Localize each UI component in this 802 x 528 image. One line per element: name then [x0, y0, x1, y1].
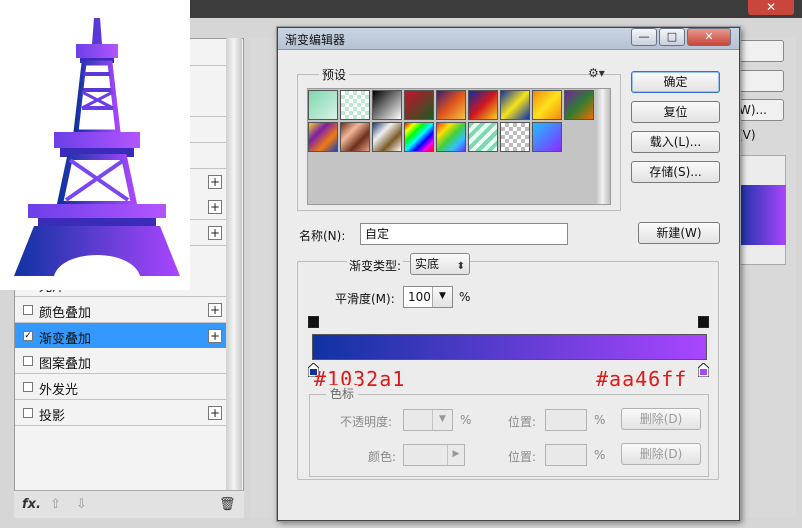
gradient-type-label: 渐变类型:	[347, 257, 404, 274]
fx-icon[interactable]: fx.	[22, 497, 41, 512]
preset-swatch-transparent-checker[interactable]	[500, 122, 530, 152]
add-style-icon[interactable]: +	[208, 200, 222, 215]
style-item-label: 投影	[39, 408, 66, 424]
move-up-icon[interactable]: ⇧	[50, 497, 61, 512]
checkbox[interactable]: ✓	[23, 330, 33, 341]
eiffel-tower-image	[0, 0, 190, 290]
smoothness-value: 100	[408, 290, 431, 304]
preset-swatch-violet-orange[interactable]	[436, 90, 466, 120]
style-item[interactable]: 外发光	[15, 374, 226, 401]
opacity-unit: %	[460, 413, 472, 427]
dialog-title: 渐变编辑器	[285, 33, 346, 47]
preset-swatch-chrome[interactable]	[372, 122, 402, 152]
close-icon[interactable]: ✕	[687, 28, 731, 46]
gradient-preview-bar[interactable]	[312, 334, 707, 360]
style-item-label: 图案叠加	[39, 357, 92, 373]
background-reset-button[interactable]	[738, 70, 784, 92]
smoothness-label: 平滑度(M):	[335, 292, 395, 306]
preset-swatch-red-green[interactable]	[404, 90, 434, 120]
preset-swatch-yellow-violet-orange-blue[interactable]	[308, 122, 338, 152]
style-preview-gradient	[736, 185, 786, 245]
color-location-unit: %	[594, 448, 606, 462]
color-location-field[interactable]	[545, 444, 587, 466]
end-color-hex: #aa46ff	[596, 367, 688, 391]
preset-swatch-spectrum[interactable]	[404, 122, 434, 152]
preview-label: (V)	[738, 128, 756, 142]
add-style-icon[interactable]: +	[208, 405, 222, 420]
smoothness-unit: %	[459, 290, 471, 304]
chevron-updown-icon: ⬍	[456, 261, 465, 272]
preset-swatch-foreground-to-transparent[interactable]	[340, 90, 370, 120]
gradient-type-select[interactable]: 实底 ⬍	[410, 253, 470, 275]
load-button[interactable]: 载入(L)...	[631, 131, 720, 153]
opacity-dropdown-icon[interactable]: ▼	[432, 410, 452, 430]
opacity-stop-left[interactable]	[308, 316, 319, 328]
add-style-icon[interactable]: +	[208, 328, 222, 343]
chevron-down-icon[interactable]: ▼	[432, 287, 452, 307]
style-item[interactable]: 投影 +	[15, 399, 226, 426]
color-menu-arrow-icon[interactable]: ▶	[447, 445, 464, 465]
opacity-location-unit: %	[594, 413, 606, 427]
style-item[interactable]: ✓ 渐变叠加 +	[15, 322, 226, 349]
add-style-icon[interactable]: +	[208, 225, 222, 240]
checkbox[interactable]	[23, 382, 33, 393]
preset-swatch-violet-green-orange[interactable]	[564, 90, 594, 120]
style-item[interactable]: 颜色叠加 +	[15, 297, 226, 323]
color-location-label: 位置:	[508, 450, 537, 464]
checkbox[interactable]	[23, 305, 33, 315]
style-item-label: 颜色叠加	[39, 306, 92, 321]
layer-style-close-icon[interactable]: ✕	[748, 0, 794, 15]
preset-swatch-transparent-rainbow[interactable]	[436, 122, 466, 152]
name-field[interactable]: 自定	[360, 223, 568, 245]
add-style-icon[interactable]: +	[208, 174, 222, 189]
maximize-icon[interactable]: □	[659, 28, 685, 46]
style-item-label: 渐变叠加	[39, 331, 92, 347]
delete-opacity-stop-button[interactable]: 删除(D)	[621, 408, 701, 430]
eiffel-tower-icon	[14, 18, 180, 276]
ok-button[interactable]: 确定	[631, 71, 720, 93]
preset-swatch-blue-yellow-blue[interactable]	[500, 90, 530, 120]
color-stop-right[interactable]	[697, 362, 710, 378]
preset-swatch-transparent-stripes[interactable]	[468, 122, 498, 152]
color-label: 颜色:	[368, 450, 397, 464]
delete-color-stop-button[interactable]: 删除(D)	[621, 443, 701, 465]
add-style-icon[interactable]: +	[208, 303, 222, 317]
preset-swatch-blue-violet[interactable]	[532, 122, 562, 152]
presets-label: 预设	[319, 66, 350, 83]
color-stops-title: 色标	[326, 385, 359, 402]
style-item-label: 外发光	[39, 383, 79, 399]
new-button[interactable]: 新建(W)	[638, 222, 720, 244]
style-item[interactable]: 图案叠加	[15, 348, 226, 375]
move-down-icon[interactable]: ⇩	[76, 497, 87, 512]
checkbox[interactable]	[23, 407, 33, 418]
preset-swatch-copper[interactable]	[340, 122, 370, 152]
styles-list-scrollbar[interactable]	[226, 38, 242, 516]
presets-scrollbar[interactable]	[595, 89, 610, 204]
opacity-location-field[interactable]	[545, 409, 587, 431]
minimize-icon[interactable]: —	[631, 28, 657, 46]
save-button[interactable]: 存储(S)...	[631, 161, 720, 183]
checkbox[interactable]	[23, 356, 33, 367]
preset-swatch-orange-yellow-orange[interactable]	[532, 90, 562, 120]
background-ok-button[interactable]	[738, 40, 784, 62]
reset-button[interactable]: 复位	[631, 101, 720, 123]
gradient-type-value: 实底	[415, 257, 440, 271]
preset-swatch-foreground-to-background[interactable]	[308, 90, 338, 120]
preset-swatch-blue-red-yellow[interactable]	[468, 90, 498, 120]
styles-bottom-bar: fx. ⇧ ⇩ 🗑	[14, 490, 244, 518]
background-new-style-button[interactable]: W)...	[738, 99, 784, 121]
opacity-stop-right[interactable]	[698, 316, 709, 328]
opacity-location-label: 位置:	[508, 415, 537, 429]
gear-icon[interactable]: ⚙▾	[588, 66, 605, 80]
trash-icon[interactable]: 🗑	[219, 497, 236, 512]
opacity-label: 不透明度:	[340, 415, 393, 429]
name-label: 名称(N):	[299, 229, 346, 243]
preset-swatch-black-white[interactable]	[372, 90, 402, 120]
